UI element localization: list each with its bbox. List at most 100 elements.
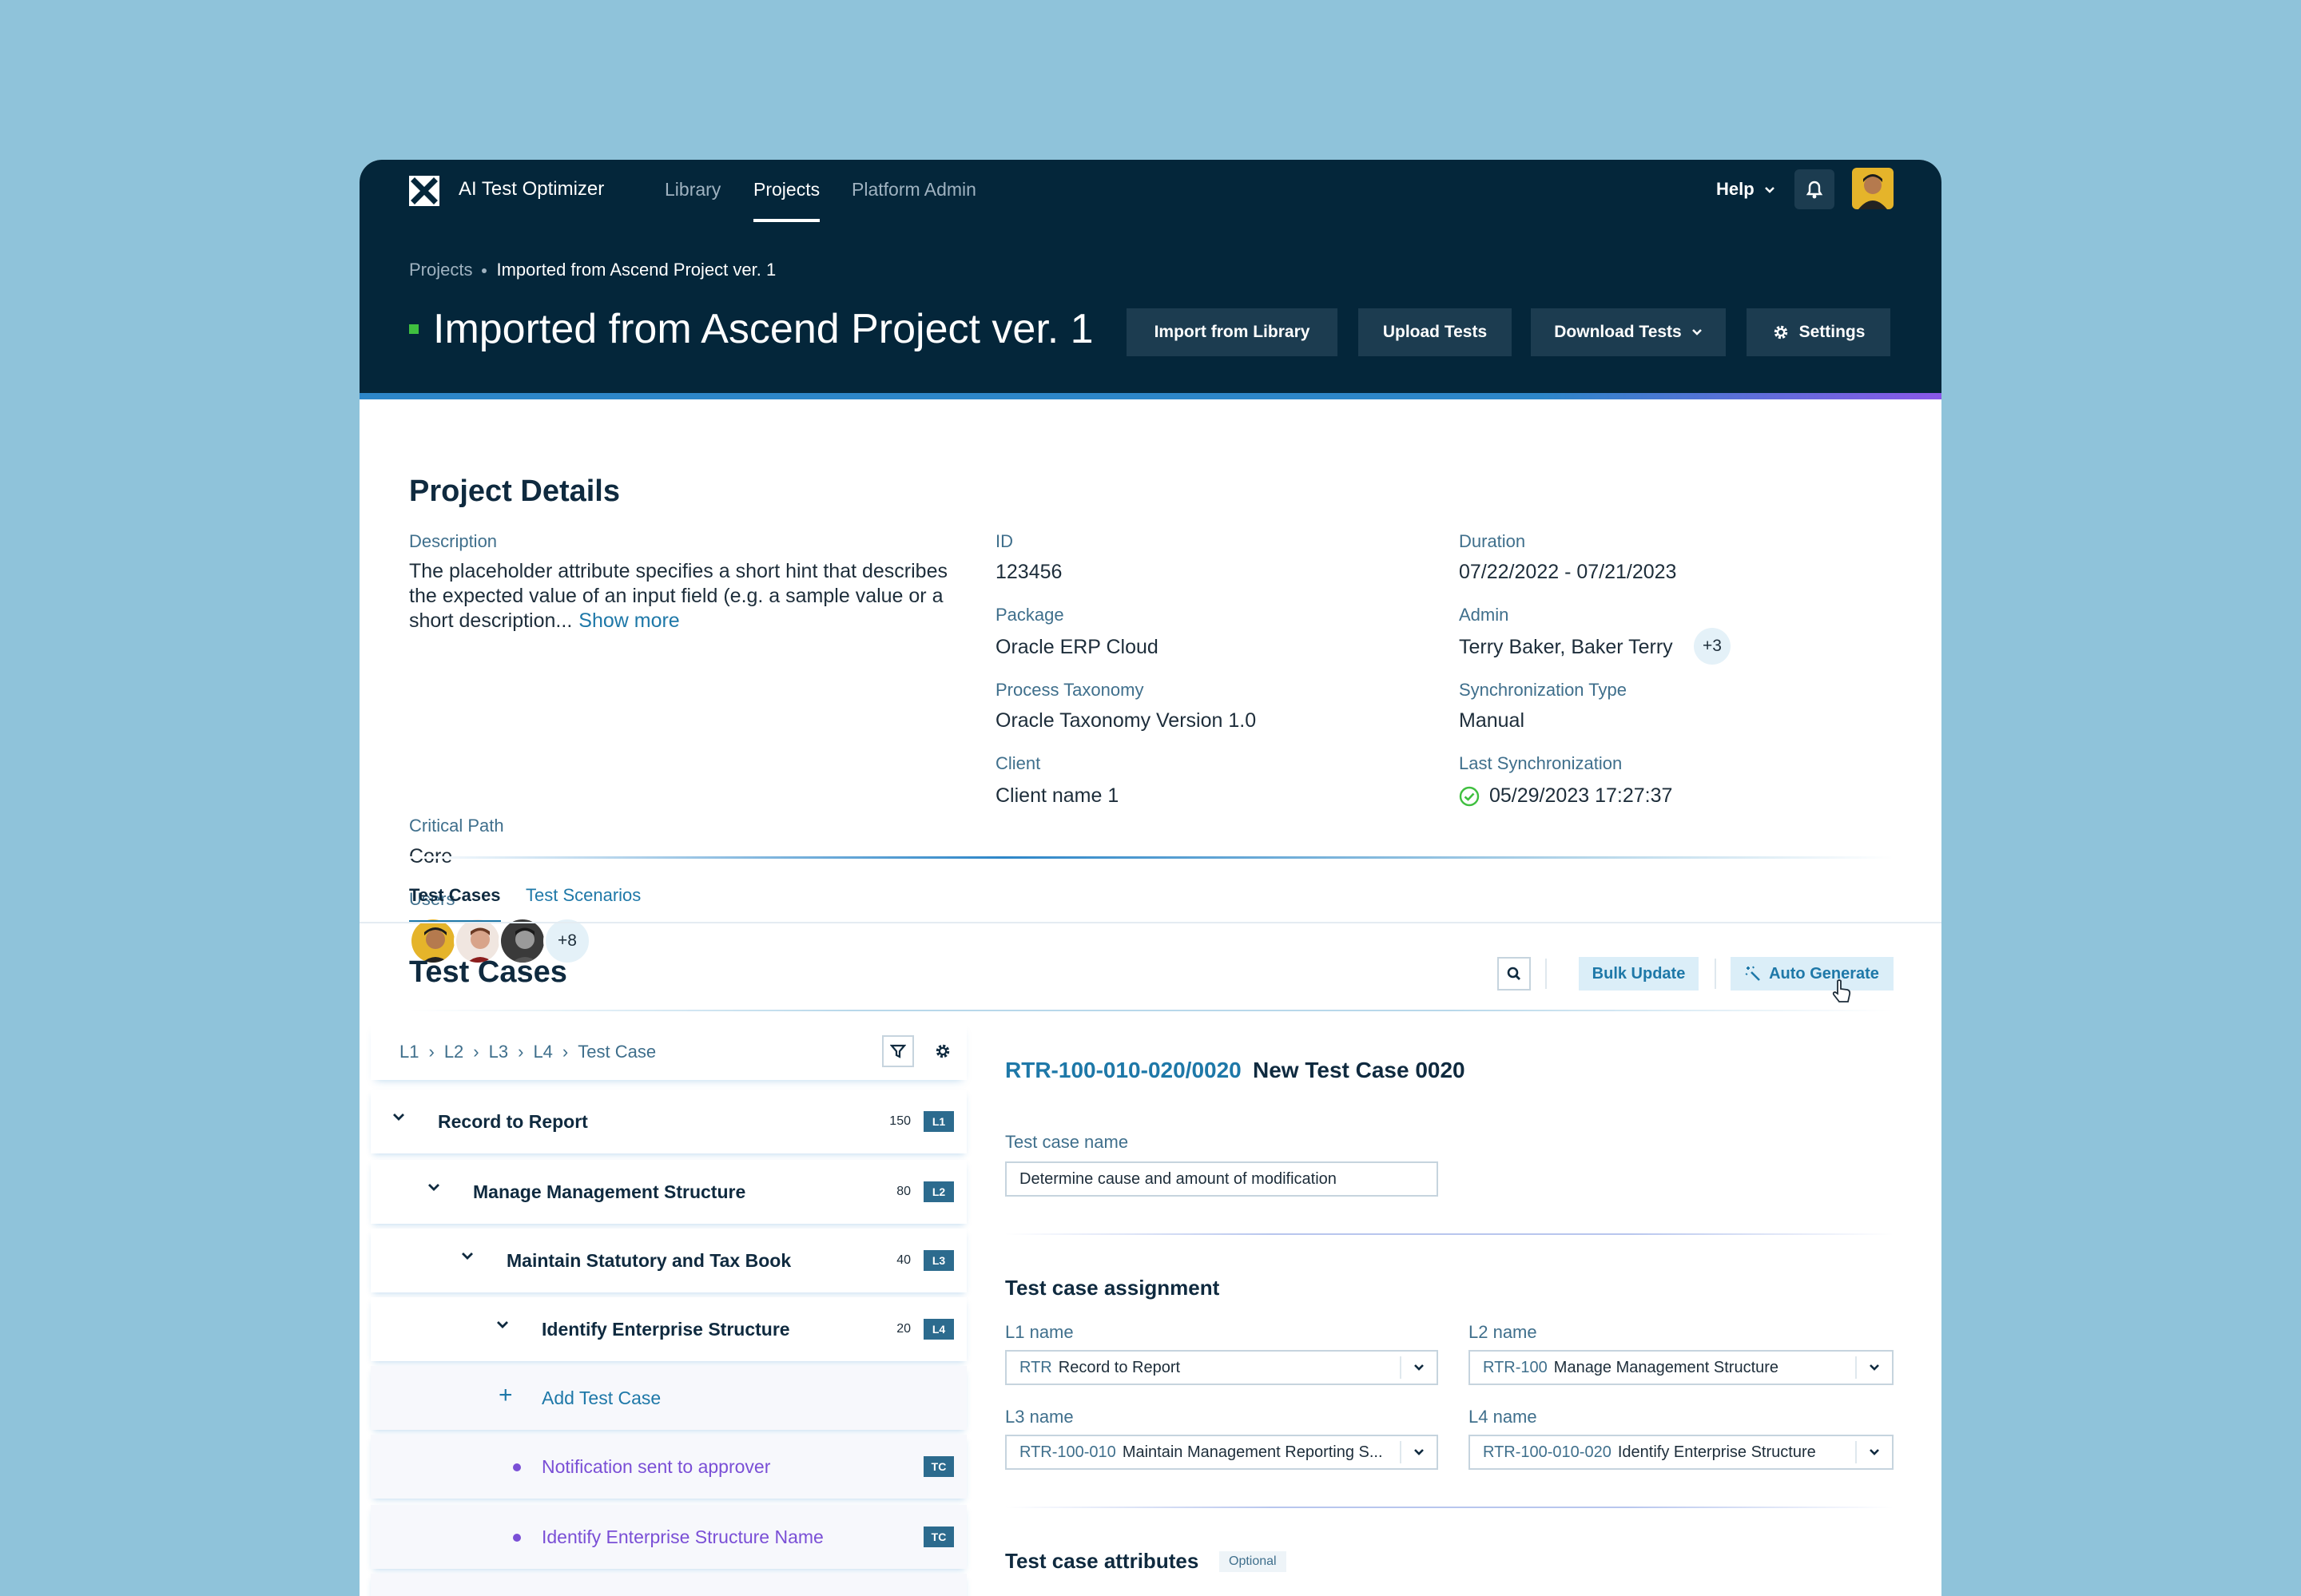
test-case-row[interactable]: Notification sent to approver TC <box>371 1435 967 1499</box>
chevron-down-icon[interactable] <box>1855 1356 1892 1379</box>
upload-tests-button[interactable]: Upload Tests <box>1358 308 1512 356</box>
help-menu[interactable]: Help <box>1716 177 1775 201</box>
package-value: Oracle ERP Cloud <box>996 636 1158 658</box>
l2-name-select[interactable]: RTR-100 Manage Management Structure <box>1468 1350 1894 1385</box>
tree-row-l1[interactable]: Record to Report 150 L1 <box>371 1090 967 1153</box>
path-l2[interactable]: L2 <box>444 1042 463 1062</box>
chevron-right-icon: › <box>562 1042 569 1062</box>
chevron-down-icon[interactable] <box>1400 1441 1437 1463</box>
test-case-row-partial[interactable] <box>371 1574 967 1596</box>
last-sync-label: Last Synchronization <box>1459 753 1623 773</box>
gear-icon <box>1774 325 1787 339</box>
divider <box>1545 959 1547 989</box>
upload-label: Upload Tests <box>1382 323 1488 341</box>
tree-row-count: 80 <box>896 1185 911 1198</box>
download-label: Download Tests <box>1554 323 1682 341</box>
section-divider <box>409 856 1894 859</box>
l1-code: RTR <box>1019 1359 1052 1376</box>
taxonomy-label: Process Taxonomy <box>996 680 1144 700</box>
search-button[interactable] <box>1497 957 1531 991</box>
tree-settings-button[interactable] <box>927 1035 959 1067</box>
duration-label: Duration <box>1459 531 1526 551</box>
magic-wand-icon <box>1745 966 1761 981</box>
nav-platform-admin[interactable]: Platform Admin <box>852 177 976 222</box>
chevron-down-icon[interactable] <box>1400 1356 1437 1379</box>
test-case-badge: TC <box>924 1456 954 1477</box>
help-label: Help <box>1716 179 1755 199</box>
tab-test-cases[interactable]: Test Cases <box>409 883 501 923</box>
add-test-case-row[interactable]: + Add Test Case <box>371 1366 967 1430</box>
user-avatar[interactable] <box>1852 168 1894 209</box>
path-l3[interactable]: L3 <box>489 1042 508 1062</box>
path-test-case[interactable]: Test Case <box>578 1042 656 1062</box>
tree-row-l4[interactable]: Identify Enterprise Structure 20 L4 <box>371 1297 967 1361</box>
last-sync-value: 05/29/2023 17:27:37 <box>1489 784 1673 807</box>
breadcrumb-projects[interactable]: Projects <box>409 260 472 280</box>
x-logo-icon[interactable] <box>409 176 439 206</box>
level-badge: L3 <box>924 1250 954 1271</box>
l3-value: Maintain Management Reporting S... <box>1122 1443 1383 1461</box>
l4-name-select[interactable]: RTR-100-010-020 Identify Enterprise Struc… <box>1468 1435 1894 1470</box>
l2-value: Manage Management Structure <box>1553 1359 1779 1376</box>
tree-row-count: 40 <box>896 1253 911 1267</box>
critical-path-label: Critical Path <box>409 816 504 836</box>
test-case-row[interactable]: Identify Enterprise Structure Name TC <box>371 1505 967 1569</box>
tree-header: L1 › L2 › L3 › L4 › Test Case <box>371 1022 967 1080</box>
tree-row-count: 150 <box>889 1114 911 1128</box>
test-case-name-label: Test case name <box>1005 1132 1129 1152</box>
test-case-name-input[interactable]: Determine cause and amount of modificati… <box>1005 1161 1438 1197</box>
test-case-id: RTR-100-010-020/0020 <box>1005 1058 1242 1082</box>
l4-value: Identify Enterprise Structure <box>1617 1443 1816 1461</box>
id-label: ID <box>996 531 1013 551</box>
download-tests-button[interactable]: Download Tests <box>1531 308 1726 356</box>
chevron-down-icon[interactable] <box>1855 1441 1892 1463</box>
l3-name-select[interactable]: RTR-100-010 Maintain Management Reporting… <box>1005 1435 1438 1470</box>
brand-name: AI Test Optimizer <box>459 178 605 200</box>
bulk-update-button[interactable]: Bulk Update <box>1579 957 1699 991</box>
filter-button[interactable] <box>882 1035 914 1067</box>
chevron-down-icon[interactable] <box>427 1182 441 1193</box>
chevron-down-icon[interactable] <box>460 1251 475 1262</box>
breadcrumb-current: Imported from Ascend Project ver. 1 <box>496 260 777 280</box>
tree-row-count: 20 <box>896 1322 911 1336</box>
divider <box>1005 1507 1894 1508</box>
l4-code: RTR-100-010-020 <box>1483 1443 1611 1461</box>
chevron-down-icon[interactable] <box>495 1320 510 1331</box>
import-label: Import from Library <box>1154 323 1310 341</box>
auto-generate-label: Auto Generate <box>1769 964 1879 983</box>
pointer-cursor-icon <box>1832 979 1851 1002</box>
auto-generate-button[interactable]: Auto Generate <box>1731 957 1894 991</box>
path-l4[interactable]: L4 <box>533 1042 552 1062</box>
chevron-right-icon: › <box>428 1042 435 1062</box>
chevron-right-icon: › <box>473 1042 479 1062</box>
notifications-button[interactable] <box>1794 169 1834 209</box>
l1-value: Record to Report <box>1058 1359 1181 1376</box>
tree-row-l3[interactable]: Maintain Statutory and Tax Book 40 L3 <box>371 1229 967 1292</box>
tree-row-label: Maintain Statutory and Tax Book <box>507 1250 792 1271</box>
admin-more-count[interactable]: +3 <box>1694 628 1731 665</box>
client-label: Client <box>996 753 1041 773</box>
sync-type-label: Synchronization Type <box>1459 680 1627 700</box>
test-cases-title: Test Cases <box>409 955 567 989</box>
path-l1[interactable]: L1 <box>399 1042 419 1062</box>
status-indicator <box>409 324 419 334</box>
description-label: Description <box>409 531 498 551</box>
l1-name-select[interactable]: RTR Record to Report <box>1005 1350 1438 1385</box>
nav-projects[interactable]: Projects <box>753 177 821 222</box>
chevron-down-icon[interactable] <box>391 1112 406 1123</box>
page-title: Imported from Ascend Project ver. 1 <box>433 306 1094 352</box>
show-more-link[interactable]: Show more <box>578 609 679 632</box>
nav-library[interactable]: Library <box>665 177 721 222</box>
tab-test-scenarios[interactable]: Test Scenarios <box>526 883 641 923</box>
level-badge: L4 <box>924 1319 954 1340</box>
admin-label: Admin <box>1459 605 1509 625</box>
settings-button[interactable]: Settings <box>1747 308 1890 356</box>
l4-name-label: L4 name <box>1468 1407 1537 1427</box>
tree-row-l2[interactable]: Manage Management Structure 80 L2 <box>371 1160 967 1224</box>
header: AI Test Optimizer Library Projects Platf… <box>360 160 1941 399</box>
import-from-library-button[interactable]: Import from Library <box>1127 308 1337 356</box>
add-test-case-link[interactable]: Add Test Case <box>542 1386 661 1410</box>
breadcrumb: Projects Imported from Ascend Project ver… <box>409 259 776 281</box>
tree-row-label: Record to Report <box>438 1111 588 1132</box>
plus-icon: + <box>499 1382 513 1408</box>
